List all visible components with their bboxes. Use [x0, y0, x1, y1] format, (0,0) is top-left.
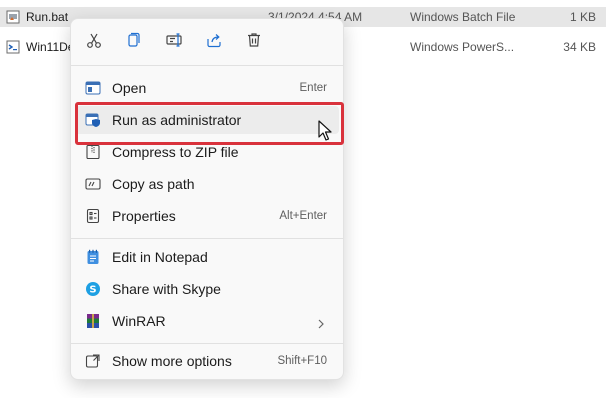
menu-item-label: Copy as path	[112, 176, 195, 192]
share-button[interactable]	[201, 29, 227, 55]
menu-item-shortcut: Enter	[299, 82, 328, 94]
rename-button[interactable]	[161, 29, 187, 55]
file-size: 34 KB	[563, 40, 596, 54]
menu-item-properties[interactable]: Properties Alt+Enter	[75, 202, 339, 230]
zip-folder-icon	[85, 144, 101, 160]
copy-icon	[124, 31, 142, 54]
menu-item-shortcut: Alt+Enter	[279, 210, 327, 222]
powershell-file-icon	[6, 40, 20, 54]
menu-divider	[71, 343, 343, 344]
menu-item-shortcut: Shift+F10	[277, 355, 327, 367]
menu-item-copy-as-path[interactable]: Copy as path	[75, 170, 339, 198]
skype-icon: S	[85, 281, 101, 297]
menu-item-label: Edit in Notepad	[112, 249, 208, 265]
svg-text:S: S	[89, 285, 96, 296]
winrar-icon	[85, 313, 101, 329]
mouse-cursor-icon	[318, 120, 334, 142]
menu-item-edit-in-notepad[interactable]: Edit in Notepad	[75, 243, 339, 271]
rename-icon	[165, 31, 183, 54]
copy-button[interactable]	[120, 29, 146, 55]
menu-item-label: WinRAR	[112, 313, 166, 329]
menu-item-label: Show more options	[112, 353, 232, 369]
menu-divider	[71, 65, 343, 66]
cut-button[interactable]	[81, 29, 107, 55]
file-type: Windows PowerS...	[410, 40, 515, 54]
chevron-right-icon	[317, 316, 325, 329]
notepad-icon	[85, 249, 101, 265]
menu-item-winrar[interactable]: WinRAR	[75, 307, 339, 335]
batch-file-icon	[6, 10, 20, 24]
menu-divider	[71, 238, 343, 239]
menu-item-label: Properties	[112, 208, 176, 224]
menu-item-label: Share with Skype	[112, 281, 221, 297]
menu-item-show-more-options[interactable]: Show more options Shift+F10	[75, 347, 339, 375]
copy-path-icon	[85, 176, 101, 192]
share-icon	[205, 31, 223, 54]
menu-item-share-with-skype[interactable]: S Share with Skype	[75, 275, 339, 303]
quick-actions-bar	[71, 19, 343, 65]
open-window-icon	[85, 80, 101, 96]
show-more-icon	[85, 353, 101, 369]
file-size: 1 KB	[569, 10, 596, 24]
menu-item-label: Open	[112, 80, 147, 96]
cut-icon	[85, 31, 103, 54]
highlight-box	[75, 102, 344, 145]
context-menu: Open Enter Run as administrator Compress…	[70, 18, 344, 380]
delete-icon	[245, 31, 263, 54]
properties-icon	[85, 208, 101, 224]
delete-button[interactable]	[241, 29, 267, 55]
menu-item-open[interactable]: Open Enter	[75, 74, 339, 102]
file-type: Windows Batch File	[410, 10, 516, 24]
